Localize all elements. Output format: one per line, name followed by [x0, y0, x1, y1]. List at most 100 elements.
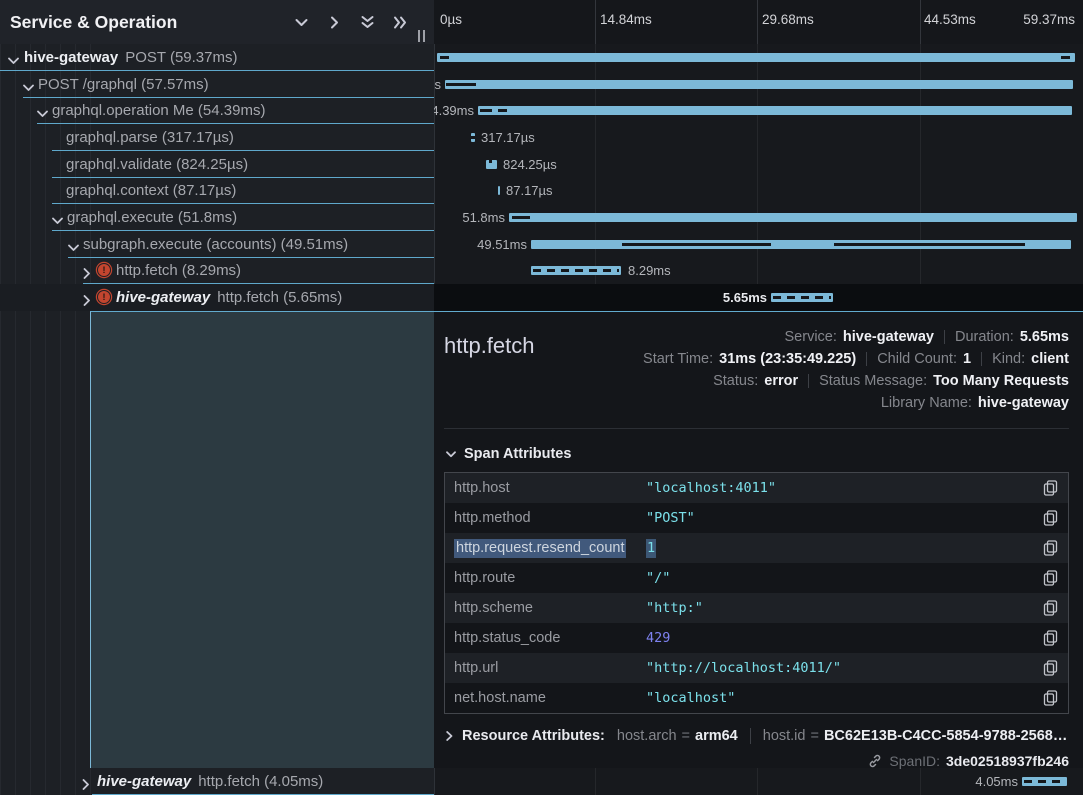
double-chevron-right-icon[interactable]	[392, 14, 408, 30]
service-operation-panel: Service & Operation hive-gatewayPOST (59…	[0, 0, 434, 795]
tree-row-hive-gateway-post[interactable]: hive-gatewayPOST (59.37ms)	[0, 44, 434, 71]
span-bar[interactable]	[486, 160, 497, 169]
tree-row-graphql-execute[interactable]: graphql.execute (51.8ms)	[0, 204, 434, 231]
span-bar[interactable]	[437, 53, 1075, 62]
tree-row-http-fetch-829[interactable]: http.fetch (8.29ms)	[0, 257, 434, 284]
span-bar[interactable]	[471, 133, 475, 142]
timeline-row[interactable]: 54.39ms	[434, 97, 1083, 124]
copy-icon[interactable]	[1043, 480, 1058, 496]
resource-attributes-row[interactable]: Resource Attributes: host.arch = arm64 h…	[446, 728, 1069, 744]
span-detail-panel: http.fetch Service:hive-gateway Duration…	[434, 311, 1083, 768]
chevron-right-icon[interactable]	[83, 293, 94, 304]
duration-label: 5.65ms	[723, 290, 767, 305]
timeline-row[interactable]: 8.29ms	[434, 257, 1083, 284]
copy-icon[interactable]	[1043, 690, 1058, 706]
attribute-row[interactable]: http.scheme "http:"	[445, 593, 1068, 623]
span-bar[interactable]	[1022, 777, 1067, 786]
copy-icon[interactable]	[1043, 510, 1058, 526]
tree-row-graphql-context[interactable]: graphql.context (87.17µs)	[0, 177, 434, 204]
span-id-label: SpanID:	[889, 753, 940, 769]
timeline-row[interactable]: 317.17µs	[434, 124, 1083, 151]
attribute-row[interactable]: net.host.name "localhost"	[445, 683, 1068, 713]
tree-row-graphql-validate[interactable]: graphql.validate (824.25µs)	[0, 151, 434, 178]
attribute-value-selected: 1	[646, 539, 656, 558]
meta-label: Child Count:	[877, 351, 957, 367]
chevron-right-icon[interactable]	[83, 266, 94, 277]
timeline-row[interactable]: 49.51ms	[434, 231, 1083, 258]
duration-label: 317.17µs	[481, 130, 535, 145]
span-operation: graphql.context (87.17µs)	[66, 182, 236, 199]
chevron-down-icon[interactable]	[293, 14, 309, 30]
timeline-row-selected[interactable]: 5.65ms	[434, 284, 1083, 311]
span-operation: graphql.parse (317.17µs)	[66, 129, 234, 146]
attribute-row[interactable]: http.url "http://localhost:4011/"	[445, 653, 1068, 683]
tree-row-post-graphql[interactable]: POST /graphql (57.57ms)	[0, 71, 434, 98]
panel-title: Service & Operation	[10, 12, 177, 33]
duration-label: 8.29ms	[628, 263, 671, 278]
tree-row-graphql-operation[interactable]: graphql.operation Me (54.39ms)	[0, 97, 434, 124]
double-chevron-down-icon[interactable]	[359, 14, 375, 30]
resource-value: BC62E13B-C4CC-5854-9788-2568…	[824, 728, 1067, 744]
span-operation: POST (59.37ms)	[125, 49, 237, 66]
span-bar[interactable]	[509, 213, 1077, 222]
timeline-row[interactable]	[434, 44, 1083, 71]
chevron-down-icon[interactable]	[23, 79, 34, 90]
span-operation: graphql.validate (824.25µs)	[66, 156, 248, 173]
span-bar[interactable]	[771, 293, 833, 302]
attribute-row[interactable]: http.status_code 429	[445, 623, 1068, 653]
copy-icon[interactable]	[1043, 540, 1058, 556]
attribute-key-selected: http.request.resend_count	[454, 539, 626, 558]
timeline-row[interactable]: 87.17µs	[434, 177, 1083, 204]
span-bar[interactable]	[498, 186, 500, 195]
meta-value: 5.65ms	[1020, 329, 1069, 345]
tree-row-http-fetch-405[interactable]: hive-gatewayhttp.fetch (4.05ms)	[0, 768, 434, 795]
span-bar[interactable]	[531, 266, 621, 275]
chevron-down-icon[interactable]	[52, 212, 63, 223]
resource-key: host.arch	[617, 728, 677, 744]
copy-icon[interactable]	[1043, 570, 1058, 586]
timeline-row[interactable]: 57.57ms	[434, 71, 1083, 98]
attribute-value: "POST"	[646, 510, 1043, 526]
timeline-row[interactable]: 51.8ms	[434, 204, 1083, 231]
timeline-header: 0µs 14.84ms 29.68ms 44.53ms 59.37ms	[434, 0, 1083, 44]
chevron-right-icon[interactable]	[326, 14, 342, 30]
meta-value: 1	[963, 351, 971, 367]
attribute-value: 429	[646, 630, 1043, 646]
chevron-down-icon	[446, 451, 456, 458]
time-tick: 14.84ms	[600, 12, 652, 27]
timeline-row[interactable]: 824.25µs	[434, 151, 1083, 178]
time-tick: 44.53ms	[924, 12, 976, 27]
copy-icon[interactable]	[1043, 660, 1058, 676]
tree-row-subgraph-execute[interactable]: subgraph.execute (accounts) (49.51ms)	[0, 231, 434, 258]
attribute-row[interactable]: http.route "/"	[445, 563, 1068, 593]
tree-row-http-fetch-565-selected[interactable]: hive-gatewayhttp.fetch (5.65ms)	[0, 284, 434, 311]
tree-row-graphql-parse[interactable]: graphql.parse (317.17µs)	[0, 124, 434, 151]
attribute-row[interactable]: http.host "localhost:4011"	[445, 473, 1068, 503]
attribute-key: http.scheme	[454, 600, 646, 616]
span-bar[interactable]	[445, 80, 1073, 89]
attribute-value: "http:"	[646, 600, 1043, 616]
timeline-row[interactable]: 4.05ms	[434, 768, 1083, 795]
chevron-down-icon[interactable]	[37, 105, 48, 116]
chevron-down-icon[interactable]	[8, 52, 19, 63]
panel-resizer-handle[interactable]	[416, 30, 426, 42]
span-bar[interactable]	[531, 240, 1071, 249]
attribute-row[interactable]: http.request.resend_count 1	[445, 533, 1068, 563]
attribute-row[interactable]: http.method "POST"	[445, 503, 1068, 533]
chevron-down-icon[interactable]	[68, 239, 79, 250]
span-operation: http.fetch (8.29ms)	[116, 262, 241, 279]
copy-icon[interactable]	[1043, 600, 1058, 616]
meta-value: hive-gateway	[843, 329, 934, 345]
span-attributes-header[interactable]: Span Attributes	[446, 446, 1069, 462]
copy-icon[interactable]	[1043, 630, 1058, 646]
time-tick: 29.68ms	[762, 12, 814, 27]
meta-value: error	[764, 373, 798, 389]
span-service: hive-gateway	[116, 289, 210, 306]
chevron-right-icon[interactable]	[82, 777, 93, 788]
attribute-key: net.host.name	[454, 690, 646, 706]
chevron-right-icon	[446, 731, 453, 741]
attribute-key: http.host	[454, 480, 646, 496]
time-tick: 0µs	[440, 12, 462, 27]
span-id-value[interactable]: 3de02518937fb246	[946, 753, 1069, 769]
span-bar[interactable]	[478, 106, 1072, 115]
